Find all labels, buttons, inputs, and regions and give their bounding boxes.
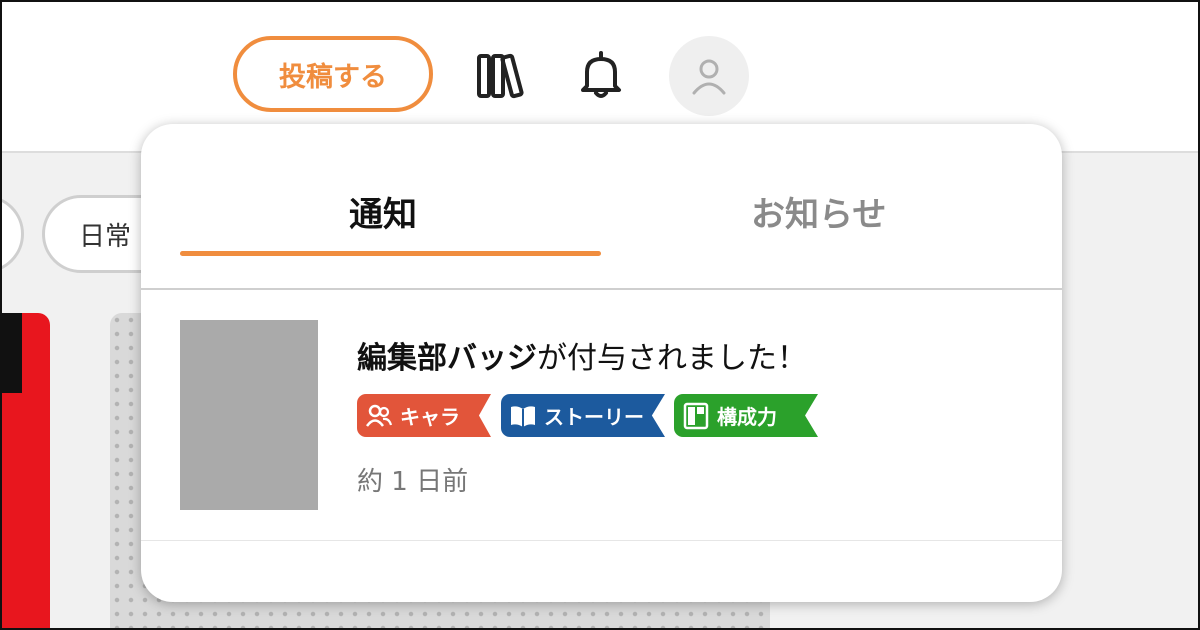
- badge-chara: キャラ: [357, 394, 491, 437]
- post-button[interactable]: 投稿する: [233, 36, 433, 112]
- badge-label: 構成力: [717, 405, 777, 429]
- avatar[interactable]: [669, 36, 749, 116]
- filter-chip-label: 日常: [79, 221, 132, 252]
- book-icon: [508, 401, 538, 431]
- notification-thumbnail: [180, 320, 318, 510]
- library-icon[interactable]: [474, 48, 532, 102]
- tab-announcements[interactable]: お知らせ: [751, 187, 886, 236]
- notifications-dropdown: 通知 お知らせ 編集部バッジが付与されました！ キャラ ストーリー 構成力 約 …: [141, 124, 1062, 602]
- badge-story: ストーリー: [501, 394, 665, 437]
- notification-time: 約 1 日前: [357, 467, 469, 497]
- badge-label: キャラ: [400, 405, 460, 429]
- tab-notifications[interactable]: 通知: [349, 187, 417, 236]
- divider: [141, 288, 1062, 290]
- bell-icon[interactable]: [574, 48, 628, 102]
- badge-composition: 構成力: [674, 394, 818, 437]
- notification-title: 編集部バッジが付与されました！: [357, 341, 807, 376]
- content-card[interactable]: [0, 313, 50, 630]
- layout-icon: [681, 401, 711, 431]
- active-tab-indicator: [180, 251, 601, 256]
- characters-icon: [364, 401, 394, 431]
- divider: [141, 540, 1062, 541]
- card-artwork: [0, 313, 22, 393]
- user-icon: [692, 59, 726, 95]
- badge-label: ストーリー: [544, 405, 644, 429]
